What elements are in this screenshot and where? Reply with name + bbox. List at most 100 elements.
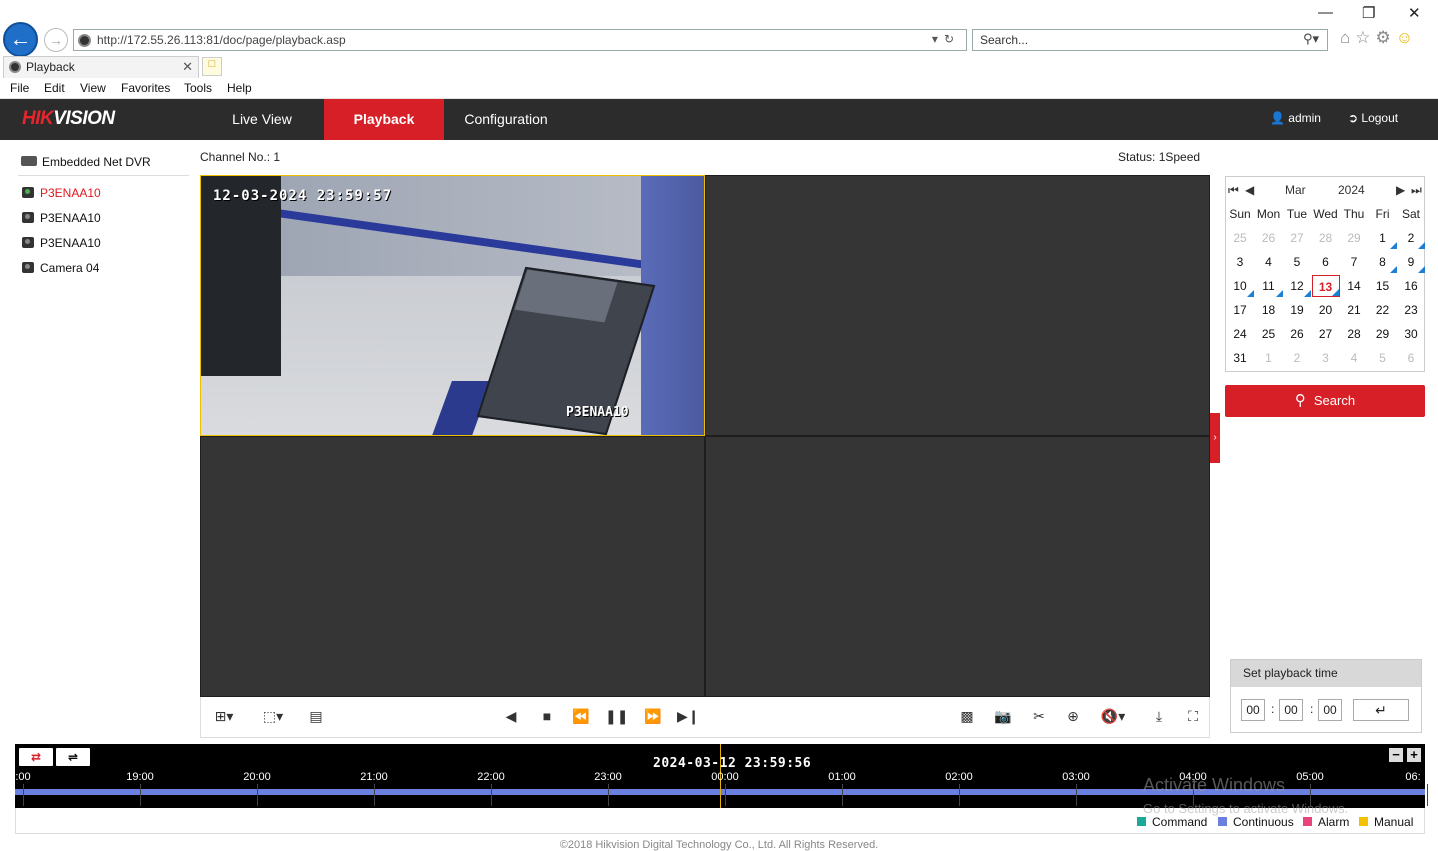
calendar-day[interactable]: 29 xyxy=(1340,227,1368,249)
calendar-day[interactable]: 3 xyxy=(1226,251,1254,273)
nav-configuration[interactable]: Configuration xyxy=(446,99,566,140)
calendar-day[interactable]: 14 xyxy=(1340,275,1368,297)
calendar-month[interactable]: Mar xyxy=(1285,183,1306,197)
user-menu[interactable]: 👤 admin xyxy=(1270,111,1321,125)
nav-live-view[interactable]: Live View xyxy=(202,99,322,140)
calendar-day[interactable]: 27 xyxy=(1283,227,1311,249)
zoom-in-icon[interactable]: + xyxy=(1407,748,1421,762)
home-icon[interactable]: ⌂ xyxy=(1340,28,1355,47)
pause-icon[interactable]: ❚❚ xyxy=(605,706,628,726)
menu-tools[interactable]: Tools xyxy=(184,81,212,95)
calendar-day[interactable]: 2 xyxy=(1397,227,1425,249)
menu-favorites[interactable]: Favorites xyxy=(121,81,170,95)
prev-month-icon[interactable]: ◀ xyxy=(1245,183,1254,197)
calendar-day[interactable]: 4 xyxy=(1255,251,1283,273)
zoom-out-icon[interactable]: − xyxy=(1389,748,1403,762)
calendar-day[interactable]: 4 xyxy=(1340,347,1368,369)
stop-all-icon[interactable]: ▩ xyxy=(955,706,979,726)
calendar-day[interactable]: 26 xyxy=(1283,323,1311,345)
calendar-day[interactable]: 11 xyxy=(1255,275,1283,297)
next-year-icon[interactable]: ⏭ xyxy=(1411,183,1422,198)
calendar-day[interactable]: 3 xyxy=(1312,347,1340,369)
refresh-icon[interactable]: ▾↻ xyxy=(932,32,960,46)
calendar-day[interactable]: 31 xyxy=(1226,347,1254,369)
stop-icon[interactable]: ■ xyxy=(537,706,557,726)
video-pane-3[interactable] xyxy=(200,436,705,697)
timeline-swap-icon[interactable]: ⇄ xyxy=(19,748,53,766)
prev-year-icon[interactable]: ⏮ xyxy=(1228,183,1239,198)
minute-field[interactable]: 00 xyxy=(1279,699,1303,721)
calendar-day[interactable]: 23 xyxy=(1397,299,1425,321)
next-month-icon[interactable]: ▶ xyxy=(1396,183,1405,197)
menu-help[interactable]: Help xyxy=(227,81,252,95)
calendar-day[interactable]: 5 xyxy=(1283,251,1311,273)
window-layout-icon[interactable]: ⊞▾ xyxy=(207,706,241,726)
search-button[interactable]: ⚲ Search xyxy=(1225,385,1425,417)
download-icon[interactable]: ⤓ xyxy=(1147,706,1171,726)
second-field[interactable]: 00 xyxy=(1318,699,1342,721)
clip-scissors-icon[interactable]: ✂ xyxy=(1027,706,1051,726)
calendar-day[interactable]: 15 xyxy=(1369,275,1397,297)
slow-down-icon[interactable]: ⏪ xyxy=(569,706,593,726)
address-url[interactable]: http://172.55.26.113:81/doc/page/playbac… xyxy=(97,33,346,47)
calendar-day[interactable]: 13 xyxy=(1311,275,1340,297)
menu-file[interactable]: File xyxy=(10,81,29,95)
nav-playback[interactable]: Playback xyxy=(324,99,444,140)
calendar-day[interactable]: 7 xyxy=(1340,251,1368,273)
restore-icon[interactable]: ❐ xyxy=(1362,4,1375,22)
go-to-time-button[interactable]: ↵ xyxy=(1353,699,1409,721)
stream-icon[interactable]: ▤ xyxy=(305,706,327,726)
calendar-day[interactable]: 24 xyxy=(1226,323,1254,345)
hour-field[interactable]: 00 xyxy=(1241,699,1265,721)
calendar-day[interactable]: 18 xyxy=(1255,299,1283,321)
calendar-day[interactable]: 21 xyxy=(1340,299,1368,321)
calendar-day[interactable]: 25 xyxy=(1255,323,1283,345)
favorites-star-icon[interactable]: ☆ xyxy=(1355,28,1375,47)
logout-button[interactable]: ➲ Logout xyxy=(1348,111,1398,125)
region-select-icon[interactable]: ⬚▾ xyxy=(255,706,291,726)
calendar-day[interactable]: 1 xyxy=(1255,347,1283,369)
address-bar[interactable]: http://172.55.26.113:81/doc/page/playbac… xyxy=(73,29,967,51)
calendar-day[interactable]: 26 xyxy=(1255,227,1283,249)
smiley-icon[interactable]: ☺ xyxy=(1396,28,1418,47)
calendar-day[interactable]: 6 xyxy=(1397,347,1425,369)
fullscreen-icon[interactable]: ⛶ xyxy=(1181,706,1205,726)
audio-mute-icon[interactable]: 🔇▾ xyxy=(1095,706,1131,726)
calendar-day[interactable]: 25 xyxy=(1226,227,1254,249)
new-tab-icon[interactable]: □ xyxy=(202,57,222,76)
video-pane-2[interactable] xyxy=(705,175,1210,436)
calendar-day[interactable]: 20 xyxy=(1312,299,1340,321)
calendar-day[interactable]: 10 xyxy=(1226,275,1254,297)
calendar-year[interactable]: 2024 xyxy=(1338,183,1365,197)
settings-gear-icon[interactable]: ⚙ xyxy=(1376,28,1396,47)
timeline-sort-icon[interactable]: ⇌ xyxy=(56,748,90,766)
calendar-day[interactable]: 30 xyxy=(1397,323,1425,345)
calendar-day[interactable]: 1 xyxy=(1369,227,1397,249)
browser-search-input[interactable]: Search... ⚲▾ xyxy=(972,29,1328,51)
minimize-icon[interactable]: — xyxy=(1318,4,1333,21)
capture-camera-icon[interactable]: 📷 xyxy=(991,706,1015,726)
calendar-day[interactable]: 22 xyxy=(1369,299,1397,321)
calendar-day[interactable]: 29 xyxy=(1369,323,1397,345)
calendar-day[interactable]: 8 xyxy=(1369,251,1397,273)
calendar-day[interactable]: 28 xyxy=(1340,323,1368,345)
reverse-play-icon[interactable]: ◀ xyxy=(501,706,521,726)
expand-panel-handle[interactable]: › xyxy=(1210,413,1220,463)
calendar-day[interactable]: 6 xyxy=(1312,251,1340,273)
calendar-day[interactable]: 27 xyxy=(1312,323,1340,345)
back-arrow-icon[interactable]: ← xyxy=(3,22,38,57)
video-pane-4[interactable] xyxy=(705,436,1210,697)
calendar-day[interactable]: 16 xyxy=(1397,275,1425,297)
speed-up-icon[interactable]: ⏩ xyxy=(641,706,665,726)
menu-edit[interactable]: Edit xyxy=(44,81,65,95)
video-pane-1[interactable]: 12-03-2024 23:59:57 P3ENAA10 xyxy=(200,175,705,436)
close-window-icon[interactable]: ✕ xyxy=(1408,4,1421,22)
calendar-day[interactable]: 2 xyxy=(1283,347,1311,369)
single-frame-icon[interactable]: ▶❙ xyxy=(677,706,700,726)
calendar-day[interactable]: 9 xyxy=(1397,251,1425,273)
digital-zoom-icon[interactable]: ⊕ xyxy=(1061,706,1085,726)
tab-close-icon[interactable]: ✕ xyxy=(182,59,193,75)
tab-playback[interactable]: Playback ✕ xyxy=(3,56,199,78)
search-icon[interactable]: ⚲▾ xyxy=(1303,31,1319,47)
calendar-day[interactable]: 17 xyxy=(1226,299,1254,321)
